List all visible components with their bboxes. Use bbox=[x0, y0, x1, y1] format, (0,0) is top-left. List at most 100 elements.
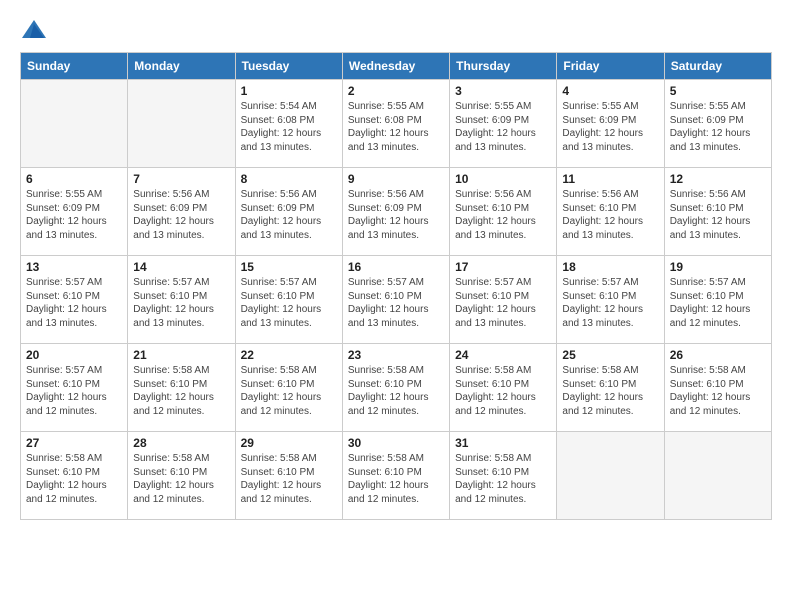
week-row-1: 1 Sunrise: 5:54 AM Sunset: 6:08 PM Daylig… bbox=[21, 80, 772, 168]
day-cell: 18 Sunrise: 5:57 AM Sunset: 6:10 PM Dayli… bbox=[557, 256, 664, 344]
day-number: 23 bbox=[348, 348, 444, 362]
week-row-3: 13 Sunrise: 5:57 AM Sunset: 6:10 PM Dayli… bbox=[21, 256, 772, 344]
day-cell: 29Sunrise: 5:58 AM Sunset: 6:10 PM Dayli… bbox=[235, 432, 342, 520]
calendar-header-row: SundayMondayTuesdayWednesdayThursdayFrid… bbox=[21, 53, 772, 80]
day-cell bbox=[664, 432, 771, 520]
day-number: 14 bbox=[133, 260, 229, 274]
day-cell: 20Sunrise: 5:57 AM Sunset: 6:10 PM Dayli… bbox=[21, 344, 128, 432]
day-number: 25 bbox=[562, 348, 658, 362]
day-cell: 26 Sunrise: 5:58 AM Sunset: 6:10 PM Dayli… bbox=[664, 344, 771, 432]
column-header-saturday: Saturday bbox=[664, 53, 771, 80]
day-number: 9 bbox=[348, 172, 444, 186]
day-info: Sunrise: 5:56 AM Sunset: 6:10 PM Dayligh… bbox=[455, 188, 551, 242]
day-info: Sunrise: 5:57 AM Sunset: 6:10 PM Dayligh… bbox=[348, 276, 444, 330]
day-info: Sunrise: 5:56 AM Sunset: 6:09 PM Dayligh… bbox=[133, 188, 229, 242]
day-cell: 15 Sunrise: 5:57 AM Sunset: 6:10 PM Dayli… bbox=[235, 256, 342, 344]
logo-icon bbox=[20, 16, 48, 44]
day-cell bbox=[557, 432, 664, 520]
day-info: Sunrise: 5:58 AM Sunset: 6:10 PM Dayligh… bbox=[241, 452, 337, 506]
day-number: 2 bbox=[348, 84, 444, 98]
day-number: 8 bbox=[241, 172, 337, 186]
day-cell: 31 Sunrise: 5:58 AM Sunset: 6:10 PM Dayli… bbox=[450, 432, 557, 520]
column-header-tuesday: Tuesday bbox=[235, 53, 342, 80]
day-number: 13 bbox=[26, 260, 122, 274]
day-cell: 14Sunrise: 5:57 AM Sunset: 6:10 PM Dayli… bbox=[128, 256, 235, 344]
day-number: 5 bbox=[670, 84, 766, 98]
day-number: 21 bbox=[133, 348, 229, 362]
day-number: 18 bbox=[562, 260, 658, 274]
day-cell: 17 Sunrise: 5:57 AM Sunset: 6:10 PM Dayli… bbox=[450, 256, 557, 344]
day-info: Sunrise: 5:58 AM Sunset: 6:10 PM Dayligh… bbox=[562, 364, 658, 418]
column-header-monday: Monday bbox=[128, 53, 235, 80]
day-info: Sunrise: 5:57 AM Sunset: 6:10 PM Dayligh… bbox=[26, 364, 122, 418]
day-number: 15 bbox=[241, 260, 337, 274]
day-number: 6 bbox=[26, 172, 122, 186]
week-row-4: 20Sunrise: 5:57 AM Sunset: 6:10 PM Dayli… bbox=[21, 344, 772, 432]
column-header-wednesday: Wednesday bbox=[342, 53, 449, 80]
day-cell: 3 Sunrise: 5:55 AM Sunset: 6:09 PM Daylig… bbox=[450, 80, 557, 168]
day-number: 3 bbox=[455, 84, 551, 98]
column-header-thursday: Thursday bbox=[450, 53, 557, 80]
day-info: Sunrise: 5:58 AM Sunset: 6:10 PM Dayligh… bbox=[670, 364, 766, 418]
day-cell: 25 Sunrise: 5:58 AM Sunset: 6:10 PM Dayli… bbox=[557, 344, 664, 432]
day-cell: 16 Sunrise: 5:57 AM Sunset: 6:10 PM Dayli… bbox=[342, 256, 449, 344]
day-number: 16 bbox=[348, 260, 444, 274]
day-cell: 21 Sunrise: 5:58 AM Sunset: 6:10 PM Dayli… bbox=[128, 344, 235, 432]
day-info: Sunrise: 5:57 AM Sunset: 6:10 PM Dayligh… bbox=[670, 276, 766, 330]
day-cell: 6Sunrise: 5:55 AM Sunset: 6:09 PM Daylig… bbox=[21, 168, 128, 256]
day-cell: 27Sunrise: 5:58 AM Sunset: 6:10 PM Dayli… bbox=[21, 432, 128, 520]
day-cell: 5 Sunrise: 5:55 AM Sunset: 6:09 PM Daylig… bbox=[664, 80, 771, 168]
day-cell: 11Sunrise: 5:56 AM Sunset: 6:10 PM Dayli… bbox=[557, 168, 664, 256]
day-number: 17 bbox=[455, 260, 551, 274]
day-info: Sunrise: 5:56 AM Sunset: 6:10 PM Dayligh… bbox=[562, 188, 658, 242]
day-info: Sunrise: 5:55 AM Sunset: 6:08 PM Dayligh… bbox=[348, 100, 444, 154]
week-row-2: 6Sunrise: 5:55 AM Sunset: 6:09 PM Daylig… bbox=[21, 168, 772, 256]
day-info: Sunrise: 5:57 AM Sunset: 6:10 PM Dayligh… bbox=[455, 276, 551, 330]
day-cell: 4 Sunrise: 5:55 AM Sunset: 6:09 PM Daylig… bbox=[557, 80, 664, 168]
day-number: 10 bbox=[455, 172, 551, 186]
day-cell: 9 Sunrise: 5:56 AM Sunset: 6:09 PM Daylig… bbox=[342, 168, 449, 256]
header bbox=[20, 16, 772, 44]
day-info: Sunrise: 5:58 AM Sunset: 6:10 PM Dayligh… bbox=[348, 452, 444, 506]
day-info: Sunrise: 5:57 AM Sunset: 6:10 PM Dayligh… bbox=[562, 276, 658, 330]
calendar-table: SundayMondayTuesdayWednesdayThursdayFrid… bbox=[20, 52, 772, 520]
day-info: Sunrise: 5:55 AM Sunset: 6:09 PM Dayligh… bbox=[562, 100, 658, 154]
day-info: Sunrise: 5:58 AM Sunset: 6:10 PM Dayligh… bbox=[348, 364, 444, 418]
day-number: 31 bbox=[455, 436, 551, 450]
day-number: 27 bbox=[26, 436, 122, 450]
week-row-5: 27 Sunrise: 5:58 AM Sunset: 6:10 PM Dayli… bbox=[21, 432, 772, 520]
day-number: 24 bbox=[455, 348, 551, 362]
day-cell: 2 Sunrise: 5:55 AM Sunset: 6:08 PM Daylig… bbox=[342, 80, 449, 168]
day-cell bbox=[21, 80, 128, 168]
day-cell: 13Sunrise: 5:57 AM Sunset: 6:10 PM Dayli… bbox=[21, 256, 128, 344]
day-number: 28 bbox=[133, 436, 229, 450]
day-number: 4 bbox=[562, 84, 658, 98]
day-cell: 10 Sunrise: 5:56 AM Sunset: 6:10 PM Dayli… bbox=[450, 168, 557, 256]
day-number: 22 bbox=[241, 348, 337, 362]
day-cell bbox=[128, 80, 235, 168]
day-number: 1 bbox=[241, 84, 337, 98]
day-info: Sunrise: 5:55 AM Sunset: 6:09 PM Dayligh… bbox=[455, 100, 551, 154]
day-info: Sunrise: 5:56 AM Sunset: 6:09 PM Dayligh… bbox=[348, 188, 444, 242]
day-info: Sunrise: 5:54 AM Sunset: 6:08 PM Dayligh… bbox=[241, 100, 337, 154]
day-number: 19 bbox=[670, 260, 766, 274]
day-info: Sunrise: 5:58 AM Sunset: 6:10 PM Dayligh… bbox=[133, 364, 229, 418]
day-cell: 22 Sunrise: 5:58 AM Sunset: 6:10 PM Dayli… bbox=[235, 344, 342, 432]
day-info: Sunrise: 5:57 AM Sunset: 6:10 PM Dayligh… bbox=[241, 276, 337, 330]
column-header-sunday: Sunday bbox=[21, 53, 128, 80]
day-info: Sunrise: 5:58 AM Sunset: 6:10 PM Dayligh… bbox=[133, 452, 229, 506]
day-cell: 24 Sunrise: 5:58 AM Sunset: 6:10 PM Dayli… bbox=[450, 344, 557, 432]
day-cell: 19 Sunrise: 5:57 AM Sunset: 6:10 PM Dayli… bbox=[664, 256, 771, 344]
day-number: 26 bbox=[670, 348, 766, 362]
day-info: Sunrise: 5:58 AM Sunset: 6:10 PM Dayligh… bbox=[455, 452, 551, 506]
logo bbox=[20, 16, 52, 44]
day-cell: 1 Sunrise: 5:54 AM Sunset: 6:08 PM Daylig… bbox=[235, 80, 342, 168]
day-info: Sunrise: 5:58 AM Sunset: 6:10 PM Dayligh… bbox=[241, 364, 337, 418]
day-cell: 23 Sunrise: 5:58 AM Sunset: 6:10 PM Dayli… bbox=[342, 344, 449, 432]
day-info: Sunrise: 5:58 AM Sunset: 6:10 PM Dayligh… bbox=[455, 364, 551, 418]
day-info: Sunrise: 5:55 AM Sunset: 6:09 PM Dayligh… bbox=[670, 100, 766, 154]
column-header-friday: Friday bbox=[557, 53, 664, 80]
day-cell: 30Sunrise: 5:58 AM Sunset: 6:10 PM Dayli… bbox=[342, 432, 449, 520]
day-number: 7 bbox=[133, 172, 229, 186]
day-cell: 28 Sunrise: 5:58 AM Sunset: 6:10 PM Dayli… bbox=[128, 432, 235, 520]
